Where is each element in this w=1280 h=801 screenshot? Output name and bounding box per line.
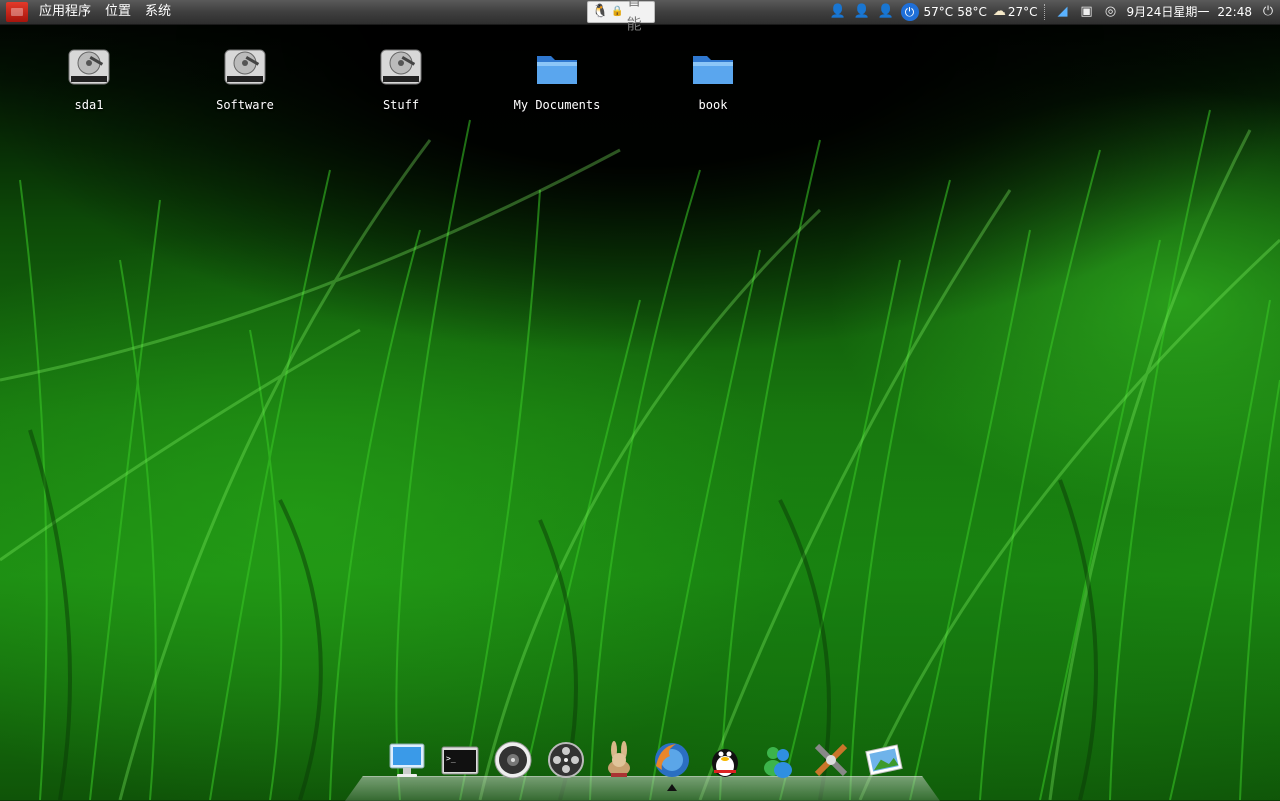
menu-places[interactable]: 位置: [98, 0, 138, 24]
desktop-icon-stuff[interactable]: Stuff: [346, 44, 456, 112]
main-menu-logo-icon[interactable]: [6, 2, 28, 22]
folder-icon: [537, 56, 577, 84]
desktop-icon-label: Stuff: [382, 98, 420, 112]
dock-messenger[interactable]: [758, 740, 798, 780]
updates-icon[interactable]: ◢: [1054, 3, 1072, 21]
desktop-icon-label: Software: [216, 98, 274, 112]
weather-temp: 27°C: [1007, 5, 1038, 19]
film-reel-icon: [547, 742, 584, 778]
tray-separator: [1043, 4, 1047, 20]
shutdown-icon[interactable]: ⏻: [1259, 3, 1277, 21]
dock-terminal[interactable]: >_: [440, 740, 480, 780]
dock-rabbit[interactable]: [599, 740, 639, 780]
desktop-icon-software[interactable]: Software: [190, 44, 300, 112]
hard-drive-icon: [68, 49, 110, 85]
desktop-icon-label: book: [698, 98, 728, 112]
folder-icon: [693, 56, 733, 84]
desktop-icon-label: My Documents: [513, 98, 601, 112]
disc-icon: [494, 741, 531, 779]
clock-time[interactable]: 22:48: [1217, 0, 1252, 24]
hard-drive-icon: [380, 49, 422, 85]
active-indicator: [666, 784, 677, 791]
desktop-icon-sda1[interactable]: sda1: [34, 44, 144, 112]
desktop-icon-my-documents[interactable]: My Documents: [502, 44, 612, 112]
menu-system[interactable]: 系统: [138, 0, 178, 24]
crossover-icon: [814, 743, 847, 777]
update-manager-icon[interactable]: ◎: [1102, 3, 1120, 21]
cpu-temp-2: 58°C: [957, 5, 987, 19]
dock-computer[interactable]: [387, 740, 427, 780]
cpu-temp-1: 57°C: [923, 5, 954, 19]
penguin-icon: 🐧: [592, 4, 609, 19]
qq-penguin-icon: [711, 749, 738, 777]
hard-drive-icon: [224, 49, 266, 85]
rabbit-icon: [607, 741, 630, 777]
top-panel: 应用程序 位置 系统 🐧 🔒 智能 👤 👤 👤 ⏻ 57°C 58°C ☁ 27…: [0, 0, 1280, 33]
panel-menu-area: 应用程序 位置 系统: [0, 0, 178, 24]
dock-photo-viewer[interactable]: [864, 740, 904, 780]
power-icon[interactable]: ⏻: [900, 3, 919, 21]
grass-blades: [0, 109, 1280, 800]
network-monitor-icon[interactable]: 👤: [853, 3, 871, 21]
dock-qq[interactable]: [705, 740, 745, 780]
cpu-monitor-icon[interactable]: 👤: [829, 3, 847, 21]
svg-text:>_: >_: [446, 754, 456, 763]
lock-icon: 🔒: [611, 6, 624, 17]
computer-icon: [389, 743, 424, 777]
menu-applications[interactable]: 应用程序: [32, 0, 98, 24]
firefox-icon: [654, 743, 689, 777]
disk-monitor-icon[interactable]: 👤: [877, 3, 895, 21]
weather-cloud-icon[interactable]: ☁: [993, 0, 1006, 24]
desktop-icon-label: sda1: [74, 98, 104, 112]
input-method-label: 智能: [626, 0, 642, 33]
desktop-wallpaper: [0, 0, 1280, 800]
dock-crossover[interactable]: [811, 740, 851, 780]
display-icon[interactable]: ▣: [1078, 3, 1096, 21]
dock-film-reel[interactable]: [546, 740, 586, 780]
dock-disc[interactable]: [493, 740, 533, 780]
system-tray: 👤 👤 👤 ⏻ 57°C 58°C ☁ 27°C ◢ ▣ ◎ 9月24日星期一 …: [826, 0, 1280, 24]
dock: >_: [380, 740, 910, 791]
terminal-icon: >_: [441, 746, 478, 775]
desktop-icon-book[interactable]: book: [658, 44, 768, 112]
dock-firefox[interactable]: [652, 740, 692, 791]
photo-viewer-icon: [864, 744, 903, 776]
messenger-icon: [763, 747, 792, 778]
input-method-indicator[interactable]: 🐧 🔒 智能: [587, 0, 655, 33]
clock-date[interactable]: 9月24日星期一: [1127, 0, 1210, 24]
